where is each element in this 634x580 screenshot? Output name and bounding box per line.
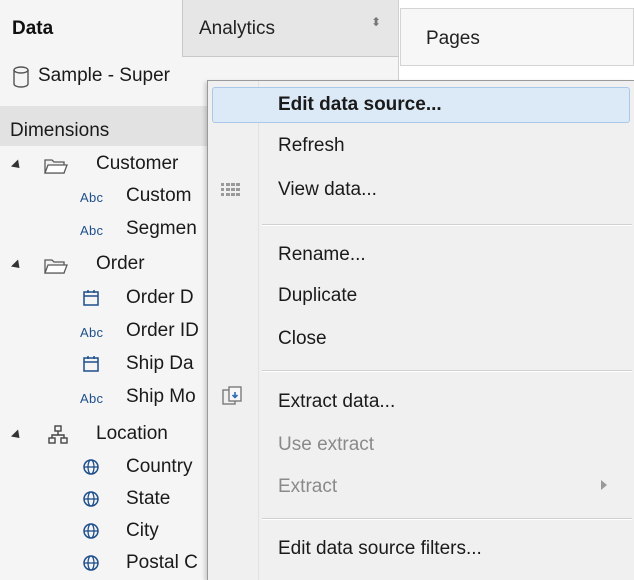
menu-item-label: Duplicate [278,285,358,306]
menu-item-extract-data[interactable]: Extract data... [260,385,632,421]
menu-item-edit-data-source[interactable]: Edit data source... [212,87,630,123]
database-cylinder-icon [12,65,30,94]
pane-tab-strip: Data Analytics ⬍ [0,0,398,57]
tree-field-label: Segmen [126,218,197,239]
view-data-grid-icon [221,183,241,202]
calendar-icon [82,289,100,312]
tree-field-label: Country [126,456,193,477]
menu-item-extract-submenu: Extract [260,470,632,506]
tree-field-label: Ship Mo [126,386,196,407]
abc-string-icon: Abc [80,391,104,406]
hierarchy-icon [48,425,68,450]
menu-item-label: Rename... [278,244,366,265]
tree-field-label: Postal C [126,552,198,573]
pages-shelf-label: Pages [426,28,480,49]
menu-item-label: Extract [278,476,338,497]
menu-item-view-data[interactable]: View data... [260,173,632,209]
expand-triangle-icon[interactable] [10,159,24,172]
menu-item-label: Close [278,328,327,349]
menu-separator-highlight [262,225,632,226]
dimensions-label: Dimensions [10,120,110,141]
tab-data[interactable]: Data [0,0,182,57]
tab-analytics[interactable]: Analytics ⬍ [182,0,398,57]
menu-item-edit-data-source-filters[interactable]: Edit data source filters... [260,532,632,568]
submenu-arrow-icon [601,480,607,490]
menu-separator-highlight [262,371,632,372]
menu-item-rename[interactable]: Rename... [260,238,632,274]
tree-folder-label: Location [96,423,168,444]
globe-icon [82,554,100,577]
menu-item-use-extract: Use extract [260,428,632,464]
tree-field-label: State [126,488,171,509]
menu-item-label: Edit data source... [278,94,442,115]
folder-icon [44,257,68,280]
abc-string-icon: Abc [80,325,104,340]
globe-icon [82,458,100,481]
menu-separator-highlight [262,519,632,520]
tab-scroll-arrows-icon[interactable]: ⬍ [371,16,381,28]
tree-field-label: City [126,520,159,541]
menu-item-label: Use extract [278,434,375,455]
menu-item-label: Extract data... [278,391,396,412]
expand-triangle-icon[interactable] [10,429,24,442]
menu-item-label: Refresh [278,135,345,156]
abc-string-icon: Abc [80,223,104,238]
tab-analytics-label: Analytics [199,18,276,39]
tab-data-label: Data [12,18,54,39]
tree-field-label: Order ID [126,320,199,341]
globe-icon [82,522,100,545]
abc-string-icon: Abc [80,190,104,205]
datasource-name: Sample - Super [38,65,171,86]
extract-data-icon [221,386,245,415]
menu-item-label: Edit data source filters... [278,538,482,559]
tree-field-label: Order D [126,287,194,308]
menu-item-label: View data... [278,179,377,200]
tree-field-label: Custom [126,185,192,206]
globe-icon [82,490,100,513]
tree-field-label: Ship Da [126,353,194,374]
tree-folder-label: Customer [96,153,179,174]
folder-icon [44,157,68,180]
menu-item-refresh[interactable]: Refresh [260,129,632,165]
menu-item-duplicate[interactable]: Duplicate [260,279,632,315]
menu-item-close[interactable]: Close [260,322,632,358]
expand-triangle-icon[interactable] [10,259,24,272]
tree-folder-label: Order [96,253,145,274]
menu-gutter-divider [258,81,259,580]
calendar-icon [82,355,100,378]
